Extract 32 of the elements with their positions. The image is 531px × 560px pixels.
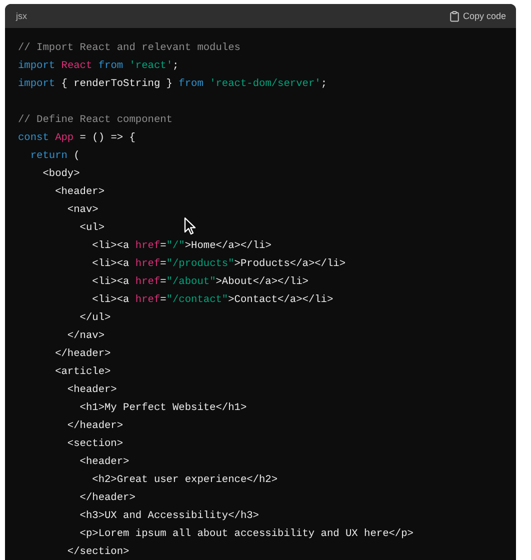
copy-code-button[interactable]: Copy code <box>450 10 506 22</box>
code-line: <header> <box>66 383 117 398</box>
code-line: const App = () => { <box>18 131 136 146</box>
language-label: jsx <box>16 11 27 21</box>
code-line: </nav> <box>66 329 105 344</box>
code-line: <li><a href="/">Home</a></li> <box>91 239 272 254</box>
code-line: <h2>Great user experience</h2> <box>91 473 278 488</box>
clipboard-icon <box>450 10 459 22</box>
code-line: <h3>UX and Accessibility</h3> <box>78 509 259 524</box>
code-line: </header> <box>78 491 136 506</box>
code-line: </header> <box>66 419 124 434</box>
code-line: import React from 'react'; <box>18 59 179 74</box>
code-line: <p>Lorem ipsum all about accessibility and UX here</p> <box>78 527 414 542</box>
code-line: <li><a href="/products">Products</a></li> <box>91 257 346 272</box>
code-line: <ul> <box>78 221 105 236</box>
code-line: <h1>My Perfect Website</h1> <box>78 401 247 416</box>
code-line: <li><a href="/contact">Contact</a></li> <box>91 293 334 308</box>
code-line: // Import React and relevant modules <box>18 41 240 56</box>
code-line: </section> <box>66 545 130 560</box>
code-line: <body> <box>42 167 80 182</box>
code-line: </ul> <box>78 311 111 326</box>
code-line: <header> <box>54 185 105 200</box>
code-line: <header> <box>78 455 130 470</box>
mouse-pointer-icon <box>184 217 196 235</box>
code-line: import { renderToString } from 'react-dom/server'; <box>18 77 327 92</box>
code-line: <li><a href="/about">About</a></li> <box>91 275 308 290</box>
code-line: <nav> <box>66 203 98 218</box>
code-line: </header> <box>54 347 111 362</box>
code-line: // Define React component <box>18 113 172 128</box>
code-line: return ( <box>29 149 80 164</box>
code-line: <article> <box>54 365 111 380</box>
code-line: <section> <box>66 437 124 452</box>
